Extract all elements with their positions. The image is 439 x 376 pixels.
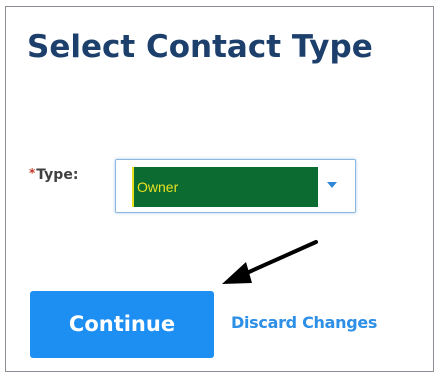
continue-button[interactable]: Continue: [30, 291, 214, 358]
required-marker: *: [29, 166, 36, 180]
page-title: Select Contact Type: [27, 29, 373, 65]
contact-type-select[interactable]: Owner: [115, 159, 356, 213]
chevron-down-icon[interactable]: [327, 182, 337, 188]
contact-type-selected-value: Owner: [132, 167, 318, 207]
type-field-label: *Type:: [29, 166, 79, 183]
discard-changes-link[interactable]: Discard Changes: [231, 313, 377, 332]
select-contact-type-dialog: Select Contact Type *Type: Owner Continu…: [5, 6, 434, 372]
type-label-text: Type:: [36, 167, 79, 183]
